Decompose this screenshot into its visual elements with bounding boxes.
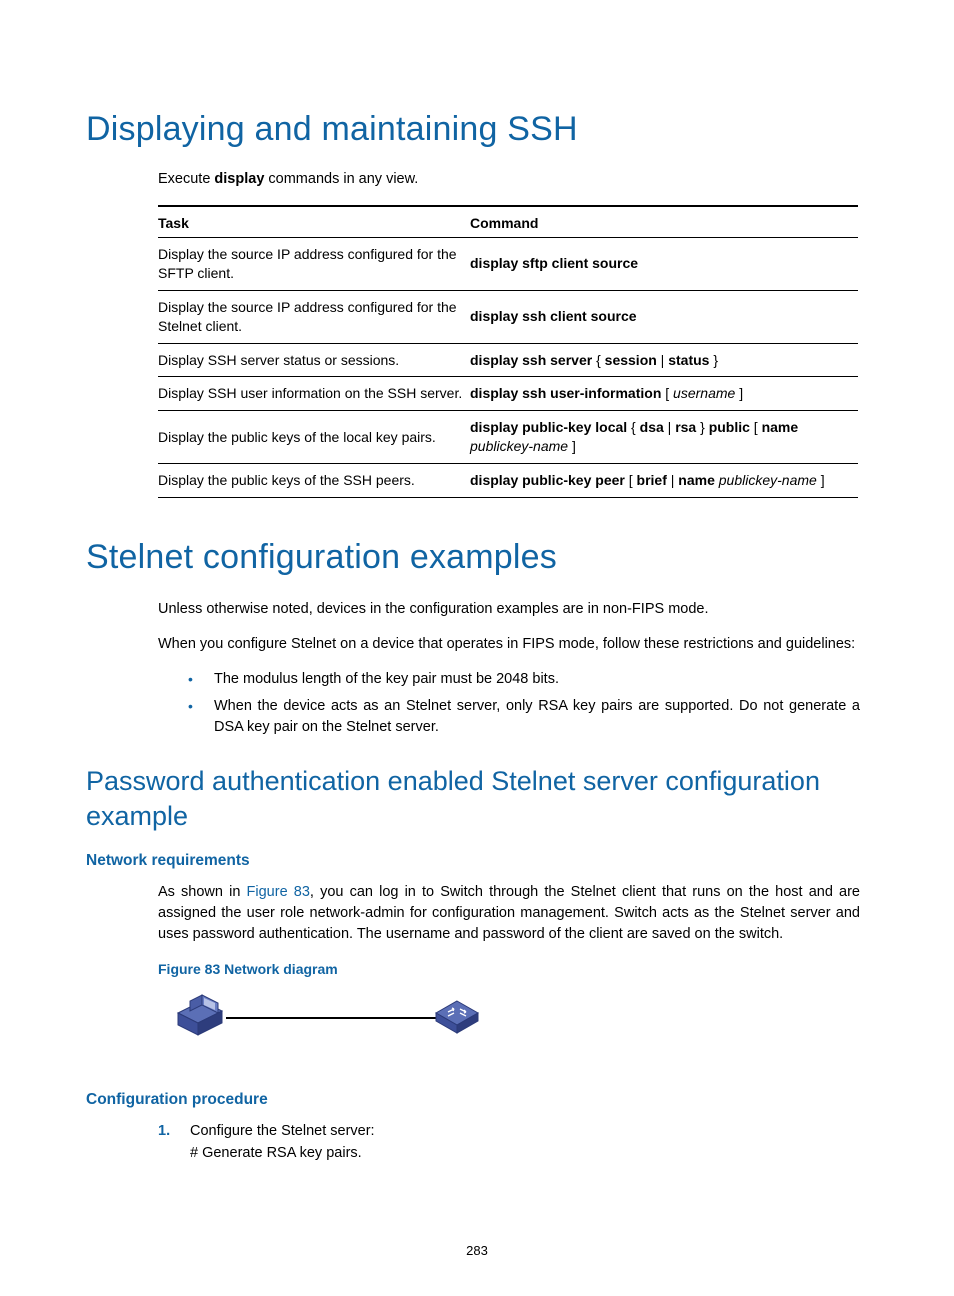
para-network-req: As shown in Figure 83, you can log in to…	[158, 882, 860, 945]
heading-network-requirements: Network requirements	[86, 852, 860, 870]
command-table: Task Command Display the source IP addre…	[158, 205, 858, 498]
table-row: Display the public keys of the local key…	[158, 411, 858, 464]
intro-paragraph: Execute display commands in any view.	[158, 171, 860, 187]
heading-stelnet-examples: Stelnet configuration examples	[86, 538, 860, 577]
switch-icon	[434, 999, 480, 1042]
table-row: Display the source IP address configured…	[158, 238, 858, 291]
table-row: Display SSH user information on the SSH …	[158, 377, 858, 411]
table-row: Display the public keys of the SSH peers…	[158, 464, 858, 498]
list-item: When the device acts as an Stelnet serve…	[188, 696, 860, 738]
table-row: Display the source IP address configured…	[158, 290, 858, 343]
para3-pre: As shown in	[158, 884, 247, 900]
table-row: Display SSH server status or sessions.di…	[158, 343, 858, 377]
figure-link[interactable]: Figure 83	[247, 884, 310, 900]
procedure-list: 1. Configure the Stelnet server: # Gener…	[158, 1121, 860, 1165]
command-cell: display sftp client source	[470, 238, 858, 291]
task-cell: Display SSH user information on the SSH …	[158, 377, 470, 411]
para-nonfips: Unless otherwise noted, devices in the c…	[158, 599, 860, 620]
step-text-b: # Generate RSA key pairs.	[190, 1145, 362, 1161]
network-diagram	[172, 987, 492, 1051]
col-header-command: Command	[470, 206, 858, 238]
command-cell: display ssh server { session | status }	[470, 343, 858, 377]
task-cell: Display the public keys of the local key…	[158, 411, 470, 464]
task-cell: Display the source IP address configured…	[158, 238, 470, 291]
host-icon	[172, 991, 228, 1048]
command-cell: display ssh user-information [ username …	[470, 377, 858, 411]
procedure-step-1: 1. Configure the Stelnet server: # Gener…	[158, 1121, 860, 1165]
heading-password-auth-example: Password authentication enabled Stelnet …	[86, 764, 860, 834]
intro-prefix: Execute	[158, 171, 214, 187]
heading-config-procedure: Configuration procedure	[86, 1091, 860, 1109]
col-header-task: Task	[158, 206, 470, 238]
command-cell: display ssh client source	[470, 290, 858, 343]
page-number: 283	[0, 1243, 954, 1258]
command-cell: display public-key peer [ brief | name p…	[470, 464, 858, 498]
task-cell: Display the public keys of the SSH peers…	[158, 464, 470, 498]
step-text-a: Configure the Stelnet server:	[190, 1123, 375, 1139]
list-item: The modulus length of the key pair must …	[188, 669, 860, 690]
connection-line	[226, 1017, 436, 1019]
heading-displaying-ssh: Displaying and maintaining SSH	[86, 110, 860, 149]
intro-suffix: commands in any view.	[264, 171, 418, 187]
task-cell: Display SSH server status or sessions.	[158, 343, 470, 377]
para-fips-restrictions: When you configure Stelnet on a device t…	[158, 634, 860, 655]
task-cell: Display the source IP address configured…	[158, 290, 470, 343]
restrictions-list: The modulus length of the key pair must …	[188, 669, 860, 738]
step-number: 1.	[158, 1121, 170, 1143]
command-cell: display public-key local { dsa | rsa } p…	[470, 411, 858, 464]
intro-bold: display	[214, 171, 264, 187]
figure-caption: Figure 83 Network diagram	[158, 961, 860, 977]
